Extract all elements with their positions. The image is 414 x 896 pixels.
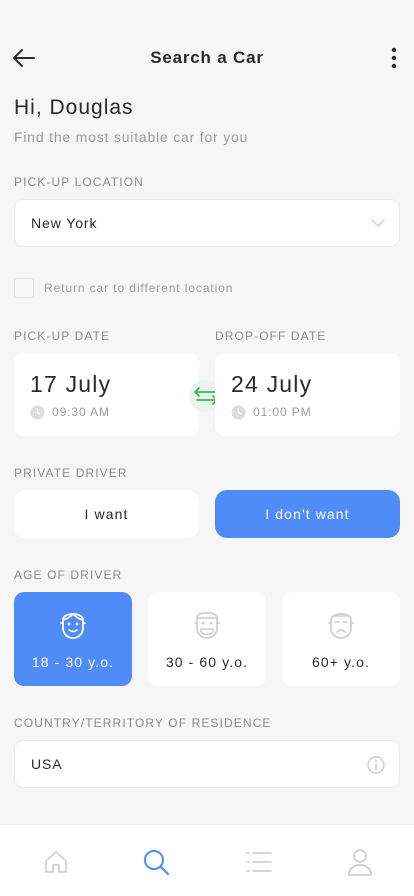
nav-list[interactable] xyxy=(244,847,274,877)
profile-icon xyxy=(348,849,372,876)
adult-face-icon xyxy=(194,611,220,639)
age-option-18-30[interactable]: 18 - 30 y.o. xyxy=(14,592,132,686)
pickup-date-card[interactable]: 17 July 09:30 AM xyxy=(14,353,199,436)
clock-icon xyxy=(231,405,246,420)
chevron-down-icon xyxy=(371,219,385,227)
clock-icon xyxy=(30,405,45,420)
greeting-subtitle: Find the most suitable car for you xyxy=(14,129,249,145)
pickup-date-label: PICK-UP DATE xyxy=(14,329,111,343)
search-car-screen: Search a Car Hi, Douglas Find the most s… xyxy=(0,0,414,896)
driver-age-label: AGE OF DRIVER xyxy=(14,568,123,582)
residence-label: COUNTRY/TERRITORY OF RESIDENCE xyxy=(14,716,272,730)
home-icon xyxy=(45,851,67,873)
pickup-location-label: PICK-UP LOCATION xyxy=(14,175,144,189)
pickup-location-value: New York xyxy=(31,215,98,231)
driver-option-label: I want xyxy=(84,506,129,522)
search-icon xyxy=(144,850,170,876)
residence-value: USA xyxy=(31,756,63,772)
private-driver-label: PRIVATE DRIVER xyxy=(14,466,128,480)
driver-option-label: I don't want xyxy=(265,506,350,522)
dropoff-date-label: DROP-OFF DATE xyxy=(215,329,327,343)
senior-face-icon xyxy=(328,613,354,639)
pickup-time-value: 09:30 AM xyxy=(52,405,110,419)
return-different-label: Return car to different location xyxy=(44,281,234,295)
driver-option-dont-want[interactable]: I don't want xyxy=(215,490,400,538)
pickup-date-value: 17 July xyxy=(30,371,112,397)
more-vertical-icon xyxy=(391,47,397,69)
nav-search[interactable] xyxy=(141,847,171,877)
age-option-label: 60+ y.o. xyxy=(312,654,370,670)
dropoff-date-value: 24 July xyxy=(231,371,313,397)
age-option-30-60[interactable]: 30 - 60 y.o. xyxy=(148,592,266,686)
young-face-icon xyxy=(60,612,86,639)
page-title: Search a Car xyxy=(150,48,264,67)
age-option-60-plus[interactable]: 60+ y.o. xyxy=(282,592,400,686)
residence-select[interactable]: USA xyxy=(14,740,400,788)
nav-profile[interactable] xyxy=(345,847,375,877)
nav-home[interactable] xyxy=(41,847,71,877)
age-option-label: 30 - 60 y.o. xyxy=(165,654,249,670)
bottom-nav xyxy=(0,824,414,896)
more-options-button[interactable] xyxy=(380,44,408,72)
driver-option-want[interactable]: I want xyxy=(14,490,199,538)
age-option-label: 18 - 30 y.o. xyxy=(31,654,115,670)
dropoff-date-card[interactable]: 24 July 01:00 PM xyxy=(215,353,400,436)
pickup-location-select[interactable]: New York xyxy=(14,199,400,247)
list-icon xyxy=(246,852,272,872)
info-icon[interactable] xyxy=(367,756,385,774)
greeting-title: Hi, Douglas xyxy=(14,96,134,119)
top-bar: Search a Car xyxy=(0,36,414,80)
dropoff-time-value: 01:00 PM xyxy=(253,405,312,419)
return-different-checkbox[interactable] xyxy=(14,278,34,298)
